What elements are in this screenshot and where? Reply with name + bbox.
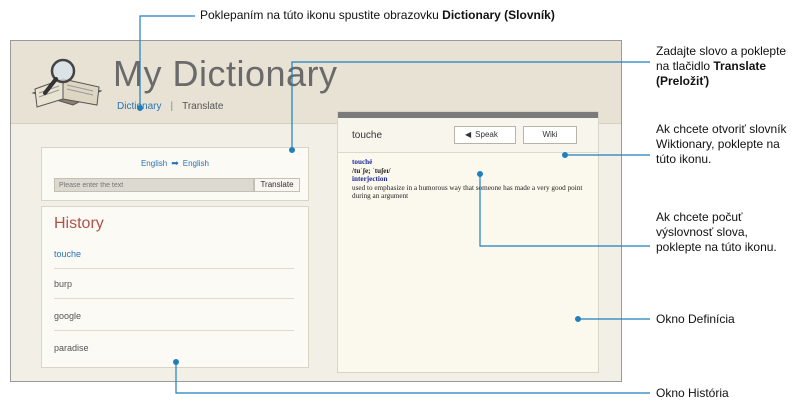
callout-dictionary: Poklepaním na túto ikonu spustite obrazo… xyxy=(200,8,760,23)
callout-speak: Ak chcete počuť výslovnosť slova, poklep… xyxy=(656,210,777,254)
callout-wiki: Ak chcete otvoriť slovník Wiktionary, po… xyxy=(656,122,787,166)
callout-translate: Zadajte slovo a poklepte na tlačidlo Tra… xyxy=(656,44,796,89)
callout-dictionary-text: Poklepaním na túto ikonu spustite obrazo… xyxy=(200,8,443,22)
callout-definition: Okno Definícia xyxy=(656,312,735,326)
callout-dictionary-bold: Dictionary (Slovník) xyxy=(442,8,555,22)
callout-history: Okno História xyxy=(656,386,729,400)
